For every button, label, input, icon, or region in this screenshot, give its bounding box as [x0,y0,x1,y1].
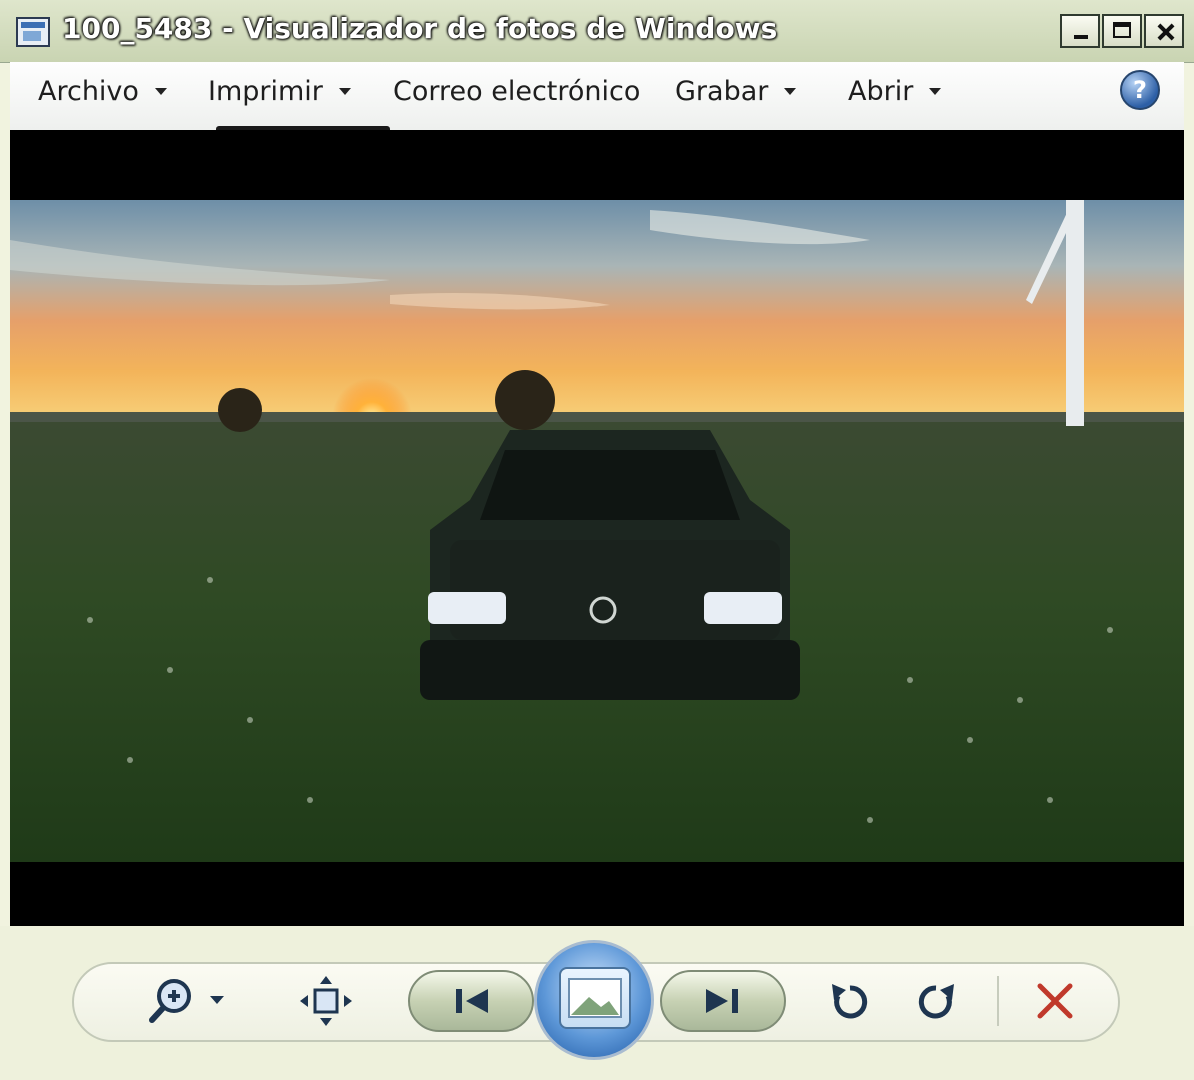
chevron-down-icon [929,88,942,95]
actual-size-icon [300,976,352,1026]
delete-icon [1037,983,1073,1019]
menu-imprimir[interactable]: Imprimir [208,76,351,107]
previous-icon [456,989,488,1013]
next-button[interactable] [660,970,786,1032]
chevron-down-icon [338,88,351,95]
menu-bar: Archivo Imprimir Correo electrónico Grab… [10,62,1184,130]
rotate-counterclockwise-button[interactable] [822,974,876,1028]
chevron-down-icon [154,88,167,95]
zoom-icon [149,979,224,1023]
window-controls [1060,14,1184,48]
menu-grabar-label: Grabar [675,76,769,107]
bottom-toolbar [0,926,1194,1080]
slideshow-button[interactable] [534,940,654,1060]
photo-display-area[interactable] [10,130,1184,926]
menu-archivo[interactable]: Archivo [38,76,167,107]
zoom-button[interactable] [146,974,236,1028]
close-window-button[interactable] [1144,14,1184,48]
menu-abrir-label: Abrir [848,76,914,107]
menu-correo-label: Correo electrónico [393,76,641,107]
rotate-clockwise-button[interactable] [910,974,964,1028]
next-icon [706,989,738,1013]
previous-button[interactable] [408,970,534,1032]
help-icon[interactable]: ? [1120,70,1160,110]
menu-grabar[interactable]: Grabar [675,76,797,107]
title-bar[interactable]: 100_5483 - Visualizador de fotos de Wind… [0,0,1194,63]
toolbar-separator [997,976,999,1026]
window-title: 100_5483 - Visualizador de fotos de Wind… [62,12,778,45]
photo-image [10,200,1184,862]
photo-viewer-window: 100_5483 - Visualizador de fotos de Wind… [0,0,1194,1080]
chevron-down-icon [784,88,797,95]
menu-imprimir-label: Imprimir [208,76,323,107]
maximize-button[interactable] [1102,14,1142,48]
menu-abrir[interactable]: Abrir [848,76,942,107]
photo-viewer-icon [16,17,50,47]
menu-correo-electronico[interactable]: Correo electrónico [393,76,640,107]
delete-button[interactable] [1030,976,1080,1026]
rotate-counterclockwise-icon [832,984,868,1019]
minimize-button[interactable] [1060,14,1100,48]
slideshow-icon [559,967,631,1029]
actual-size-button[interactable] [298,974,354,1028]
rotate-clockwise-icon [918,984,954,1019]
menu-archivo-label: Archivo [38,76,139,107]
